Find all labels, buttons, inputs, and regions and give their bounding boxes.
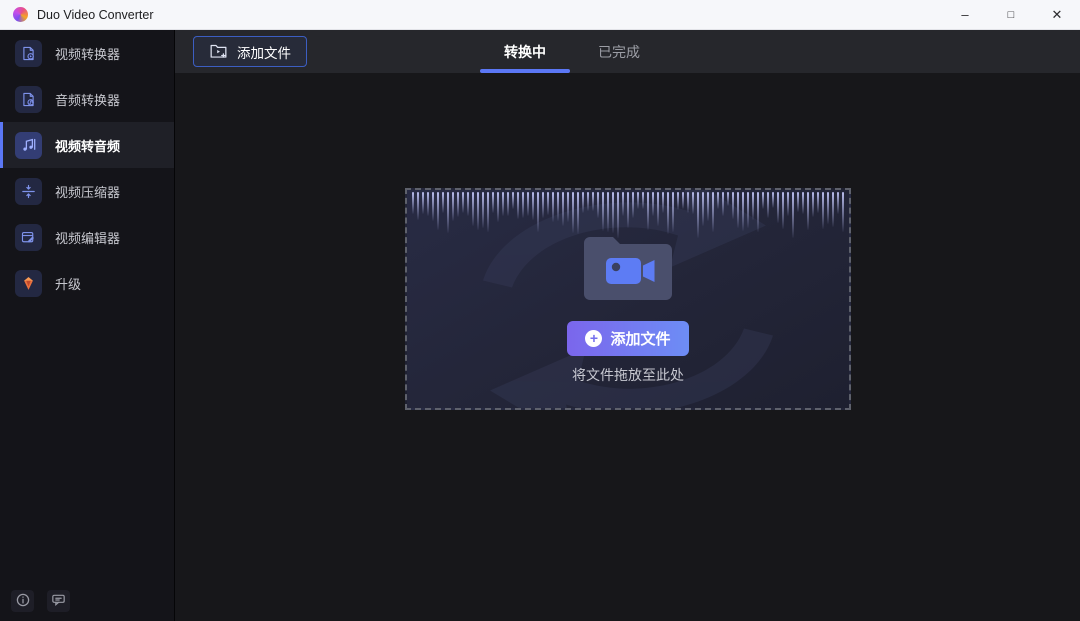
app-window: Duo Video Converter – □ ✕ 视频转换器音频转换器视频转音… xyxy=(0,0,1080,621)
video-to-audio-icon xyxy=(15,132,42,159)
window-title: Duo Video Converter xyxy=(37,8,154,22)
video-converter-icon xyxy=(15,40,42,67)
dropzone-add-files-button[interactable]: + 添加文件 xyxy=(567,321,689,356)
tab-label: 已完成 xyxy=(598,42,640,62)
sidebar-footer xyxy=(11,590,70,612)
sidebar-item-2[interactable]: 视频转音频 xyxy=(0,122,174,168)
tab-bar: 转换中 已完成 xyxy=(478,30,666,73)
sidebar-item-1[interactable]: 音频转换器 xyxy=(0,76,174,122)
main-panel: 添加文件 转换中 已完成 xyxy=(174,30,1080,621)
window-titlebar: Duo Video Converter – □ ✕ xyxy=(0,0,1080,30)
upgrade-icon xyxy=(15,270,42,297)
feedback-icon xyxy=(50,592,67,611)
main-header: 添加文件 转换中 已完成 xyxy=(175,30,1080,73)
content-area: + 添加文件 将文件拖放至此处 xyxy=(175,73,1080,621)
plus-circle-icon: + xyxy=(585,330,602,347)
sidebar-item-label: 视频转换器 xyxy=(55,44,120,63)
add-files-button[interactable]: 添加文件 xyxy=(193,36,307,67)
sidebar-nav: 视频转换器音频转换器视频转音频视频压缩器视频编辑器升级 xyxy=(0,30,174,306)
add-files-label: 添加文件 xyxy=(237,42,291,62)
video-compressor-icon xyxy=(15,178,42,205)
audio-converter-icon xyxy=(15,86,42,113)
active-item-accent-bar xyxy=(0,122,3,168)
tab-completed[interactable]: 已完成 xyxy=(572,30,666,73)
feedback-button[interactable] xyxy=(47,590,70,612)
dropzone[interactable]: + 添加文件 将文件拖放至此处 xyxy=(405,188,851,410)
sidebar-item-0[interactable]: 视频转换器 xyxy=(0,30,174,76)
close-button[interactable]: ✕ xyxy=(1034,0,1080,29)
window-controls: – □ ✕ xyxy=(942,0,1080,29)
sidebar: 视频转换器音频转换器视频转音频视频压缩器视频编辑器升级 xyxy=(0,30,174,621)
sidebar-item-5[interactable]: 升级 xyxy=(0,260,174,306)
sidebar-item-4[interactable]: 视频编辑器 xyxy=(0,214,174,260)
folder-add-icon xyxy=(209,42,228,62)
sidebar-item-label: 视频编辑器 xyxy=(55,228,120,247)
video-editor-icon xyxy=(15,224,42,251)
tab-label: 转换中 xyxy=(504,42,546,62)
dropzone-add-files-label: 添加文件 xyxy=(610,328,670,349)
waveform xyxy=(412,192,844,244)
sidebar-item-label: 升级 xyxy=(55,274,81,293)
maximize-button[interactable]: □ xyxy=(988,0,1034,29)
sidebar-item-label: 音频转换器 xyxy=(55,90,120,109)
app-body: 视频转换器音频转换器视频转音频视频压缩器视频编辑器升级 xyxy=(0,30,1080,621)
tab-converting[interactable]: 转换中 xyxy=(478,30,572,73)
convert-arrows-graphic xyxy=(428,188,828,410)
sidebar-item-3[interactable]: 视频压缩器 xyxy=(0,168,174,214)
app-logo-icon xyxy=(13,7,28,22)
minimize-button[interactable]: – xyxy=(942,0,988,29)
folder-video-icon xyxy=(575,228,681,311)
sidebar-item-label: 视频转音频 xyxy=(55,136,120,155)
sidebar-item-label: 视频压缩器 xyxy=(55,182,120,201)
info-icon xyxy=(15,592,31,611)
dropzone-hint: 将文件拖放至此处 xyxy=(407,365,849,385)
info-button[interactable] xyxy=(11,590,34,612)
